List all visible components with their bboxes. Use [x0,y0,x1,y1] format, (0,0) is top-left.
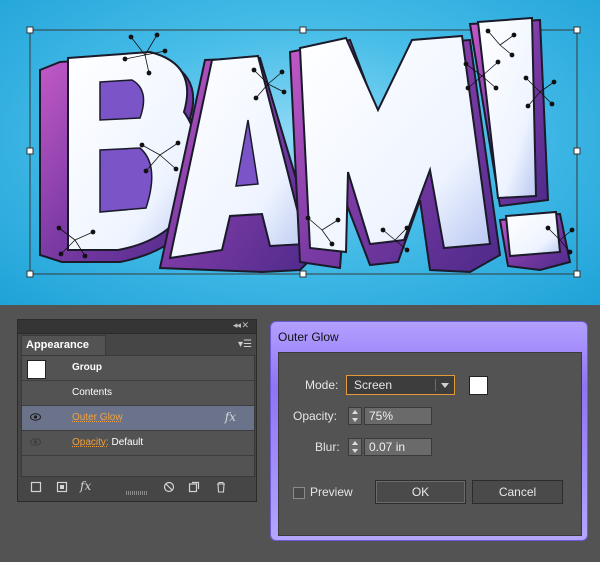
group-thumbnail [27,360,46,379]
row-label: Opacity: Default [72,437,143,448]
duplicate-item-icon[interactable] [188,481,200,493]
fx-icon[interactable]: fx [225,410,236,424]
clear-appearance-icon[interactable] [163,481,175,493]
dialog-title: Outer Glow [278,330,339,344]
preview-checkbox[interactable] [293,487,305,499]
cancel-button[interactable]: Cancel [472,480,563,504]
stepper-down-icon[interactable] [352,449,358,453]
row-label: Group [72,362,102,373]
row-label[interactable]: Outer Glow [72,412,123,423]
collapse-panel-icon[interactable]: ◂◂ ✕ [233,320,249,331]
blur-label: Blur: [315,440,340,454]
preview-label[interactable]: Preview [310,485,353,499]
list-item-opacity[interactable]: Opacity: Default [22,431,254,456]
panel-footer: fx [18,477,256,501]
bam-artwork[interactable] [0,0,600,305]
mode-label: Mode: [305,378,339,392]
stepper-up-icon[interactable] [352,441,358,445]
panel-titlebar[interactable]: ◂◂ ✕ [18,320,256,334]
mode-select[interactable]: Screen [346,375,455,395]
outer-glow-dialog: Outer Glow Mode: Screen Opacity: 75% Blu… [271,322,587,540]
new-fill-icon[interactable] [56,481,68,493]
mode-value: Screen [354,378,393,392]
stepper-down-icon[interactable] [352,418,358,422]
blur-stepper[interactable] [348,438,362,456]
tab-appearance[interactable]: Appearance [21,335,106,355]
add-effect-icon[interactable]: fx [80,479,100,493]
opacity-link[interactable]: Opacity: [72,437,109,448]
new-art-icon[interactable] [30,481,42,493]
appearance-panel: ◂◂ ✕ Appearance ▾☰ Group Contents Outer … [17,319,257,502]
opacity-label: Opacity: [293,409,338,423]
dialog-body: Mode: Screen Opacity: 75% Blur: 0.07 in … [278,352,582,536]
opacity-stepper[interactable] [348,407,362,425]
delete-item-icon[interactable] [215,481,227,493]
row-label: Contents [72,387,113,398]
visibility-eye-icon[interactable] [30,438,41,446]
list-item-outer-glow[interactable]: Outer Glow fx [22,406,254,431]
opacity-input[interactable]: 75% [364,407,432,425]
letter-m [288,34,502,274]
panel-resize-grip[interactable] [126,491,148,495]
ok-button[interactable]: OK [375,480,466,504]
chevron-down-icon [441,383,449,388]
select-divider [435,379,436,391]
opacity-value: Default [111,437,144,448]
panel-menu-icon[interactable]: ▾☰ [238,339,252,350]
visibility-eye-icon[interactable] [30,413,41,421]
glow-color-swatch[interactable] [469,376,488,395]
stepper-up-icon[interactable] [352,410,358,414]
appearance-list: Group Contents Outer Glow fx Opacity: De… [21,355,255,477]
blur-input[interactable]: 0.07 in [364,438,432,456]
artboard-canvas[interactable] [0,0,600,305]
list-item-group[interactable]: Group [22,356,254,381]
list-item-contents[interactable]: Contents [22,381,254,406]
